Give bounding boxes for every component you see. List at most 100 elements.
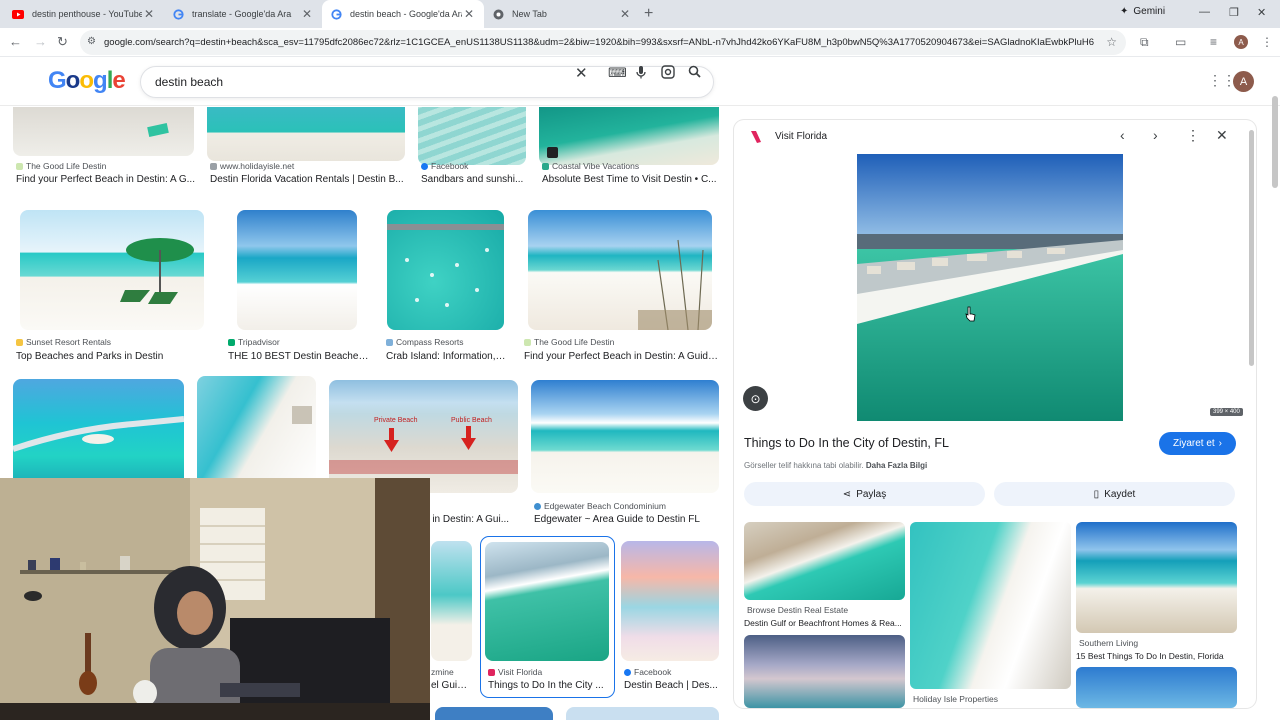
result-source[interactable]: Visit Florida (488, 667, 542, 677)
cast-icon[interactable]: ▭ (1175, 35, 1186, 49)
next-icon[interactable]: › (1153, 127, 1158, 143)
related-image[interactable] (910, 522, 1071, 689)
result-source[interactable]: Coastal Vibe Vacations (542, 161, 639, 171)
result-card[interactable]: Compass Resorts Crab Island: Information… (383, 210, 508, 362)
result-caption[interactable]: Destin Beach | Des... (624, 680, 719, 691)
close-panel-icon[interactable]: ✕ (1216, 127, 1228, 144)
apps-grid-icon[interactable]: ⋮⋮ (1208, 72, 1236, 89)
result-image[interactable] (435, 707, 553, 720)
related-result[interactable]: Browse Destin Real Estate Destin Gulf or… (744, 522, 905, 634)
gemini-button[interactable]: ✦ Gemini (1120, 6, 1165, 17)
result-card[interactable]: zmine el Guid... (431, 541, 472, 691)
result-image[interactable] (197, 376, 316, 486)
panel-scrollbar[interactable] (1249, 130, 1254, 366)
result-card[interactable] (566, 707, 719, 720)
related-image[interactable] (1076, 667, 1237, 708)
related-caption[interactable]: Destin Gulf or Beachfront Homes & Rea... (744, 618, 905, 628)
visit-button[interactable]: Ziyaret et › (1159, 432, 1236, 455)
panel-title[interactable]: Things to Do In the City of Destin, FL (744, 436, 949, 450)
result-image[interactable] (566, 707, 719, 720)
result-image[interactable] (13, 107, 194, 156)
related-image[interactable] (1076, 522, 1237, 633)
result-image[interactable] (387, 210, 504, 330)
related-image[interactable] (744, 635, 905, 708)
related-result[interactable] (744, 635, 905, 708)
result-card[interactable] (197, 376, 316, 486)
result-source[interactable]: Tripadvisor (228, 337, 280, 347)
related-source[interactable]: Holiday Isle Properties (910, 694, 998, 704)
search-input[interactable]: destin beach (140, 66, 714, 98)
result-caption[interactable]: h in Destin: A Gui... (424, 514, 514, 525)
result-caption[interactable]: Crab Island: Information, ... (386, 351, 506, 362)
result-image[interactable] (431, 541, 472, 661)
site-info-icon[interactable]: ⚙ (87, 36, 96, 47)
result-card[interactable]: Edgewater Beach Condominium Edgewater ~ … (531, 380, 719, 525)
profile-avatar[interactable]: A (1234, 35, 1248, 49)
tab-new-tab[interactable]: New Tab ✕ (484, 0, 640, 28)
result-image[interactable] (485, 542, 609, 661)
result-image[interactable] (418, 107, 526, 165)
related-result[interactable]: Holiday Isle Properties (910, 522, 1071, 708)
result-caption[interactable]: Destin Florida Vacation Rentals | Destin… (210, 174, 405, 185)
forward-icon[interactable]: → (34, 34, 47, 49)
lens-icon[interactable] (661, 65, 675, 82)
minimize-icon[interactable]: — (1199, 6, 1210, 18)
close-tab-icon[interactable]: ✕ (618, 7, 632, 21)
result-card[interactable] (435, 707, 553, 720)
close-tab-icon[interactable]: ✕ (462, 7, 476, 21)
learn-more-link[interactable]: Daha Fazla Bilgi (866, 461, 927, 470)
result-image[interactable] (528, 210, 712, 330)
restore-icon[interactable]: ❐ (1229, 6, 1239, 19)
result-card[interactable]: Sunset Resort Rentals Top Beaches and Pa… (13, 210, 212, 362)
bookmark-star-icon[interactable]: ☆ (1106, 35, 1117, 49)
clear-icon[interactable]: ✕ (575, 64, 588, 82)
result-caption[interactable]: Things to Do In the City ... (488, 680, 608, 691)
result-source[interactable]: The Good Life Destin (16, 161, 106, 171)
back-icon[interactable]: ← (9, 34, 22, 49)
result-source[interactable]: Sunset Resort Rentals (16, 337, 111, 347)
related-image[interactable] (744, 522, 905, 600)
selected-result-card[interactable]: Visit Florida Things to Do In the City .… (480, 536, 615, 698)
tab-youtube[interactable]: destin penthouse - YouTube ✕ (4, 0, 164, 28)
result-image[interactable] (621, 541, 719, 661)
account-avatar[interactable]: A (1233, 71, 1254, 92)
result-card[interactable]: The Good Life Destin Find your Perfect B… (521, 210, 719, 362)
result-source[interactable]: zmine (431, 667, 454, 677)
result-image[interactable] (207, 107, 405, 161)
result-source[interactable]: Compass Resorts (386, 337, 464, 347)
result-caption[interactable]: THE 10 BEST Destin Beaches... (228, 351, 370, 362)
previous-icon[interactable]: ‹ (1120, 127, 1125, 143)
result-image[interactable]: Private Beach Public Beach (329, 380, 518, 493)
result-caption[interactable]: Top Beaches and Parks in Destin (16, 351, 212, 362)
result-caption[interactable]: Sandbars and sunshi... (421, 174, 527, 185)
media-icon[interactable]: ≡ (1210, 35, 1217, 49)
save-button[interactable]: ▯ Kaydet (994, 482, 1235, 506)
related-source[interactable]: Browse Destin Real Estate (744, 605, 848, 615)
result-source[interactable]: Facebook (624, 667, 671, 677)
address-bar[interactable]: ⚙ google.com/search?q=destin+beach&sca_e… (80, 30, 1126, 55)
lens-search-icon[interactable]: ⊙ (743, 386, 768, 411)
result-caption[interactable]: el Guid... (431, 680, 471, 691)
result-image[interactable] (539, 107, 719, 165)
panel-site-name[interactable]: Visit Florida (775, 131, 827, 142)
result-source[interactable]: The Good Life Destin (524, 337, 614, 347)
tab-destin-beach[interactable]: destin beach - Google'da Ara ✕ (322, 0, 484, 28)
result-image[interactable] (13, 379, 184, 489)
keyboard-icon[interactable]: ⌨ (608, 65, 627, 81)
result-card[interactable]: Facebook Sandbars and sunshi... (418, 107, 526, 185)
preview-image[interactable] (857, 154, 1123, 421)
new-tab-icon[interactable]: + (644, 5, 653, 23)
share-button[interactable]: ⋖ Paylaş (744, 482, 985, 506)
result-card[interactable]: The Good Life Destin Find your Perfect B… (13, 107, 195, 185)
tab-translate[interactable]: translate - Google'da Ara ✕ (164, 0, 322, 28)
close-window-icon[interactable]: ✕ (1257, 6, 1266, 19)
result-source[interactable]: Facebook (421, 161, 468, 171)
related-result[interactable]: Southern Living 15 Best Things To Do In … (1076, 522, 1237, 662)
close-tab-icon[interactable]: ✕ (300, 7, 314, 21)
result-caption[interactable]: Find your Perfect Beach in Destin: A Gui… (524, 351, 719, 362)
related-caption[interactable]: 15 Best Things To Do In Destin, Florida (1076, 651, 1237, 661)
more-options-icon[interactable]: ⋮ (1186, 127, 1200, 144)
result-image[interactable] (531, 380, 719, 493)
page-scrollbar[interactable] (1272, 96, 1278, 188)
result-card[interactable]: www.holidayisle.net Destin Florida Vacat… (207, 107, 405, 185)
